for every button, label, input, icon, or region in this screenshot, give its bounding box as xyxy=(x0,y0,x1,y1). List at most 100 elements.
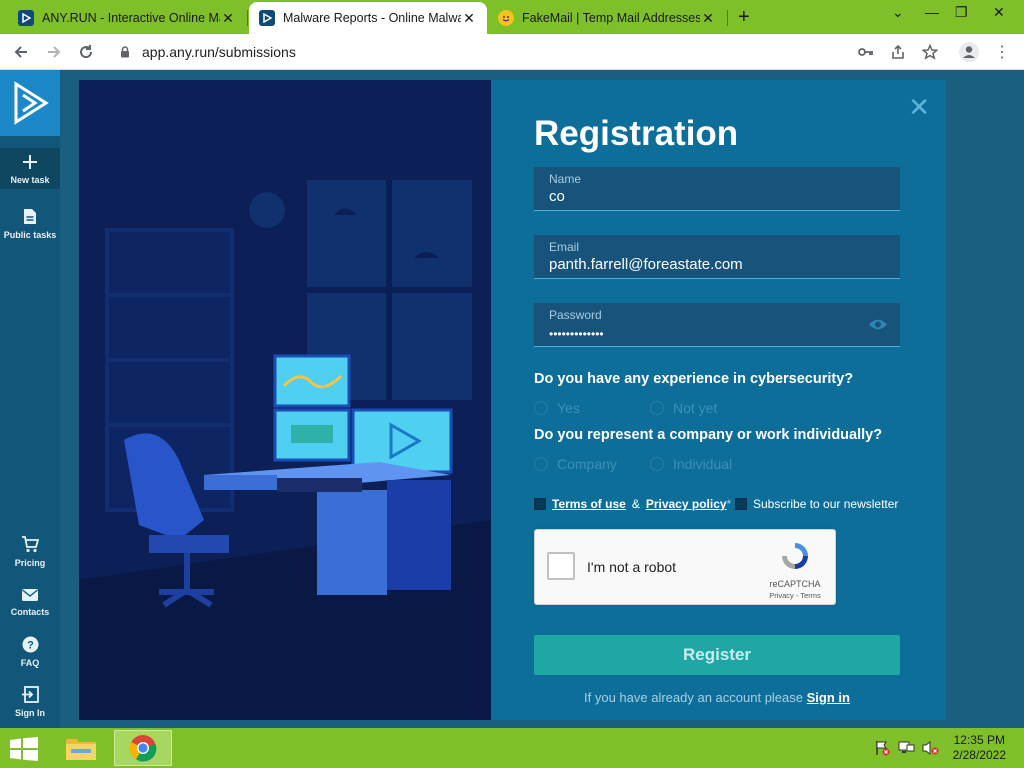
close-tab-icon[interactable]: ✕ xyxy=(461,10,477,27)
radio-not-yet[interactable]: Not yet xyxy=(650,400,717,416)
profile-avatar-icon[interactable] xyxy=(959,42,979,62)
file-explorer-icon[interactable] xyxy=(58,730,104,766)
sidebar-item-pricing[interactable]: Pricing xyxy=(0,536,60,568)
flag-notification-icon[interactable] xyxy=(874,740,890,761)
email-label: Email xyxy=(549,240,580,254)
reload-icon[interactable] xyxy=(76,42,96,62)
sidebar-item-label: New task xyxy=(10,175,50,185)
cart-icon xyxy=(0,536,60,555)
address-bar[interactable]: app.any.run/submissions xyxy=(142,44,296,60)
key-icon[interactable] xyxy=(856,42,876,62)
recaptcha-brand-text: reCAPTCHA xyxy=(769,579,821,589)
radio-circle[interactable] xyxy=(534,457,548,471)
radio-individual[interactable]: Individual xyxy=(650,456,732,472)
back-arrow-icon[interactable] xyxy=(11,42,31,62)
recaptcha-logo-icon xyxy=(779,543,811,576)
tab-title: Malware Reports - Online Malwa xyxy=(283,11,461,25)
recaptcha-label: I'm not a robot xyxy=(587,559,677,575)
restore-icon[interactable]: ❐ xyxy=(955,4,968,21)
workspace-illustration xyxy=(79,80,491,720)
signin-prompt: If you have already an account please Si… xyxy=(534,690,900,705)
close-tab-icon[interactable]: ✕ xyxy=(700,10,716,27)
bookmark-star-icon[interactable] xyxy=(920,42,940,62)
signin-prompt-text: If you have already an account please xyxy=(584,690,803,705)
document-icon xyxy=(0,208,60,227)
anyrun-favicon-icon xyxy=(259,10,275,26)
name-value[interactable]: co xyxy=(549,188,565,205)
help-icon: ? xyxy=(0,636,60,655)
sidebar-item-public-tasks[interactable]: Public tasks xyxy=(0,208,60,240)
password-field[interactable]: Password ••••••••••••• xyxy=(534,303,900,347)
newsletter-checkbox[interactable] xyxy=(735,498,747,510)
terms-of-use-link[interactable]: Terms of use xyxy=(552,497,626,511)
privacy-policy-link[interactable]: Privacy policy xyxy=(646,497,727,511)
radio-label: Yes xyxy=(557,400,580,416)
sidebar-item-new-task[interactable]: New task xyxy=(0,148,60,189)
sidebar-item-sign-in[interactable]: Sign In xyxy=(0,686,60,718)
plus-icon xyxy=(0,154,60,172)
lock-icon[interactable] xyxy=(120,45,130,63)
share-icon[interactable] xyxy=(888,42,908,62)
email-field[interactable]: Email panth.farrell@foreastate.com xyxy=(534,235,900,279)
recaptcha-links[interactable]: Privacy - Terms xyxy=(765,591,825,600)
tab-malware-reports[interactable]: Malware Reports - Online Malwa ✕ xyxy=(249,2,487,34)
email-value[interactable]: panth.farrell@foreastate.com xyxy=(549,256,743,273)
login-icon xyxy=(0,686,60,705)
password-label: Password xyxy=(549,308,602,322)
experience-question: Do you have any experience in cybersecur… xyxy=(534,371,854,387)
network-icon[interactable] xyxy=(898,740,916,761)
registration-form: ✕ Registration Name co Email panth.farre… xyxy=(491,80,946,720)
mail-icon xyxy=(0,588,60,604)
registration-modal: ✕ Registration Name co Email panth.farre… xyxy=(79,80,946,720)
radio-circle[interactable] xyxy=(650,457,664,471)
radio-label: Company xyxy=(557,456,617,472)
tab-title: FakeMail | Temp Mail Addresses xyxy=(522,11,700,25)
sidebar-item-label: Public tasks xyxy=(3,230,57,240)
sidebar-item-label: Sign In xyxy=(15,708,45,718)
windows-start-icon[interactable] xyxy=(10,737,38,766)
name-field[interactable]: Name co xyxy=(534,167,900,211)
clock-date: 2/28/2022 xyxy=(952,748,1006,762)
sidebar-item-faq[interactable]: ? FAQ xyxy=(0,636,60,668)
chrome-taskbar-icon[interactable] xyxy=(114,730,172,766)
close-tab-icon[interactable]: ✕ xyxy=(220,10,236,27)
tab-divider xyxy=(727,10,728,26)
new-tab-icon[interactable]: + xyxy=(738,6,750,29)
terms-checkbox[interactable] xyxy=(534,498,546,510)
clock-time: 12:35 PM xyxy=(953,733,1005,747)
svg-text:?: ? xyxy=(27,640,34,652)
forward-arrow-icon[interactable] xyxy=(44,42,64,62)
tab-strip: ANY.RUN - Interactive Online Ma ✕ Malwar… xyxy=(0,0,1024,34)
tab-search-chevron-icon[interactable]: ⌄ xyxy=(892,4,904,21)
tab-title: ANY.RUN - Interactive Online Ma xyxy=(42,11,220,25)
anyrun-favicon-icon xyxy=(18,10,34,26)
tab-divider xyxy=(247,10,248,26)
tab-fakemail[interactable]: FakeMail | Temp Mail Addresses ✕ xyxy=(488,2,726,34)
radio-circle[interactable] xyxy=(534,401,548,415)
radio-yes[interactable]: Yes xyxy=(534,400,580,416)
recaptcha-checkbox[interactable] xyxy=(547,552,575,580)
radio-label: Individual xyxy=(673,456,733,472)
radio-circle[interactable] xyxy=(650,401,664,415)
recaptcha-widget: I'm not a robot reCAPTCHA Privacy - Term… xyxy=(534,529,836,605)
newsletter-label: Subscribe to our newsletter xyxy=(753,497,899,511)
tab-anyrun[interactable]: ANY.RUN - Interactive Online Ma ✕ xyxy=(8,2,246,34)
close-icon[interactable]: ✕ xyxy=(908,94,930,120)
window-close-icon[interactable]: ✕ xyxy=(993,4,1005,21)
anyrun-logo[interactable] xyxy=(0,70,60,136)
sidebar-item-label: FAQ xyxy=(20,658,40,668)
sign-in-link[interactable]: Sign in xyxy=(807,690,850,705)
windows-taskbar: 12:35 PM 2/28/2022 xyxy=(0,728,1024,768)
show-password-eye-icon[interactable] xyxy=(868,318,888,336)
menu-kebab-icon[interactable]: ⋮ xyxy=(992,42,1012,62)
minimize-icon[interactable]: — xyxy=(925,4,939,20)
system-clock[interactable]: 12:35 PM 2/28/2022 xyxy=(953,733,1006,763)
recaptcha-brand: reCAPTCHA Privacy - Terms xyxy=(765,540,825,600)
sidebar-item-label: Pricing xyxy=(14,558,46,568)
sidebar-item-contacts[interactable]: Contacts xyxy=(0,588,60,617)
radio-company[interactable]: Company xyxy=(534,456,617,472)
volume-muted-icon[interactable] xyxy=(922,740,940,761)
register-button[interactable]: Register xyxy=(534,635,900,675)
sidebar-item-label: Contacts xyxy=(10,607,50,617)
password-value[interactable]: ••••••••••••• xyxy=(549,327,604,341)
